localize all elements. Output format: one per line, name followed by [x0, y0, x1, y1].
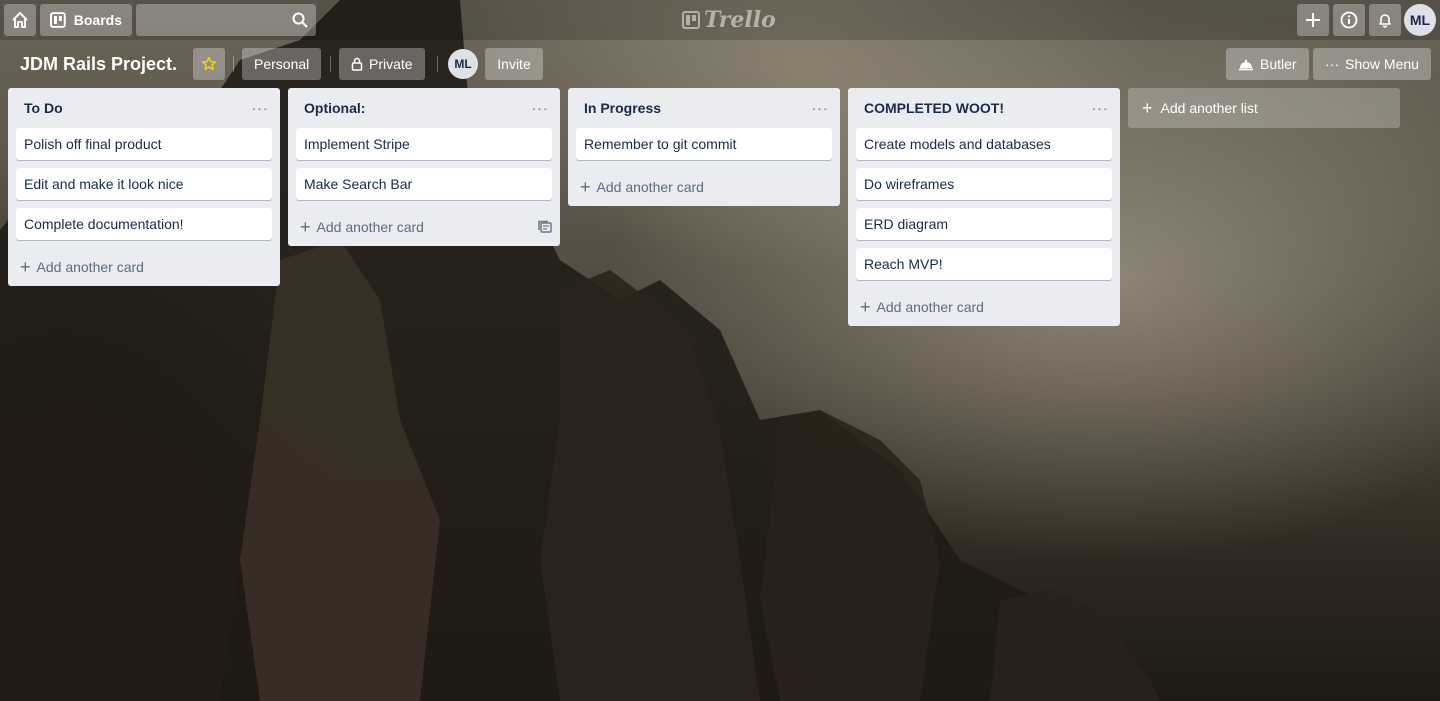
top-header: Boards Trello ML — [0, 0, 1440, 40]
add-card-button[interactable]: + Add another card — [288, 208, 560, 246]
privacy-button[interactable]: Private — [339, 48, 425, 80]
card[interactable]: ERD diagram — [856, 208, 1112, 240]
board-title[interactable]: JDM Rails Project. — [12, 48, 185, 80]
list-menu-icon[interactable]: ··· — [1088, 100, 1112, 116]
card[interactable]: Create models and databases — [856, 128, 1112, 160]
show-menu-label: Show Menu — [1345, 56, 1419, 72]
plus-icon: + — [1142, 98, 1153, 118]
plus-icon — [1306, 13, 1320, 27]
plus-icon: + — [860, 297, 871, 317]
list-title[interactable]: Optional: — [304, 100, 365, 116]
list-completed: COMPLETED WOOT! ··· Create models and da… — [848, 88, 1120, 326]
card[interactable]: Polish off final product — [16, 128, 272, 160]
header-divider — [330, 56, 331, 72]
add-card-label: Add another card — [876, 299, 984, 315]
bell-icon — [1379, 14, 1391, 28]
list-title[interactable]: COMPLETED WOOT! — [864, 100, 1004, 116]
list-optional: Optional: ··· Implement Stripe Make Sear… — [288, 88, 560, 246]
ellipsis-icon: ··· — [1325, 56, 1339, 72]
invite-button[interactable]: Invite — [485, 48, 543, 80]
add-card-button[interactable]: + Add another card — [8, 248, 280, 286]
plus-icon: + — [20, 257, 31, 277]
card[interactable]: Edit and make it look nice — [16, 168, 272, 200]
butler-icon — [1239, 59, 1253, 71]
logo-text: Trello — [704, 7, 776, 33]
trello-logo-icon — [682, 11, 700, 29]
list-header[interactable]: COMPLETED WOOT! ··· — [848, 88, 1120, 128]
notifications-button[interactable] — [1369, 4, 1401, 36]
header-divider — [233, 56, 234, 72]
list-header[interactable]: In Progress ··· — [568, 88, 840, 128]
star-icon — [201, 56, 217, 71]
member-avatar[interactable]: ML — [448, 49, 478, 79]
personal-label: Personal — [254, 56, 310, 72]
add-card-button[interactable]: + Add another card — [568, 168, 840, 206]
info-button[interactable] — [1333, 4, 1365, 36]
list-in-progress: In Progress ··· Remember to git commit +… — [568, 88, 840, 206]
trello-logo[interactable]: Trello — [682, 7, 776, 33]
list-header[interactable]: To Do ··· — [8, 88, 280, 128]
private-label: Private — [369, 56, 413, 72]
butler-button[interactable]: Butler — [1226, 48, 1309, 80]
home-icon — [12, 12, 28, 28]
boards-icon — [50, 12, 66, 28]
add-card-button[interactable]: + Add another card — [848, 288, 1120, 326]
add-list-button[interactable]: + Add another list — [1128, 88, 1400, 128]
butler-label: Butler — [1260, 56, 1297, 72]
card[interactable]: Make Search Bar — [296, 168, 552, 200]
list-title[interactable]: In Progress — [584, 100, 661, 116]
card[interactable]: Do wireframes — [856, 168, 1112, 200]
search-input[interactable] — [136, 4, 316, 36]
star-board-button[interactable] — [193, 48, 225, 80]
team-visibility-button[interactable]: Personal — [242, 48, 322, 80]
list-title[interactable]: To Do — [24, 100, 63, 116]
list-menu-icon[interactable]: ··· — [808, 100, 832, 116]
create-button[interactable] — [1297, 4, 1329, 36]
plus-icon: + — [580, 177, 591, 197]
user-avatar[interactable]: ML — [1404, 4, 1436, 36]
home-button[interactable] — [4, 4, 36, 36]
add-card-label: Add another card — [596, 179, 704, 195]
card[interactable]: Implement Stripe — [296, 128, 552, 160]
card[interactable]: Remember to git commit — [576, 128, 832, 160]
show-menu-button[interactable]: ··· Show Menu — [1313, 48, 1431, 80]
card[interactable]: Complete documentation! — [16, 208, 272, 240]
boards-label: Boards — [73, 12, 122, 28]
plus-icon: + — [300, 217, 311, 237]
search-icon — [292, 12, 308, 28]
list-to-do: To Do ··· Polish off final product Edit … — [8, 88, 280, 286]
list-menu-icon[interactable]: ··· — [248, 100, 272, 116]
card-template-icon[interactable] — [538, 220, 552, 234]
list-menu-icon[interactable]: ··· — [528, 100, 552, 116]
lock-icon — [351, 57, 363, 71]
boards-button[interactable]: Boards — [40, 4, 132, 36]
card[interactable]: Reach MVP! — [856, 248, 1112, 280]
add-card-label: Add another card — [36, 259, 144, 275]
add-list-label: Add another list — [1160, 100, 1258, 116]
add-card-label: Add another card — [316, 219, 424, 235]
list-header[interactable]: Optional: ··· — [288, 88, 560, 128]
header-divider — [437, 56, 438, 72]
info-icon — [1340, 11, 1358, 29]
